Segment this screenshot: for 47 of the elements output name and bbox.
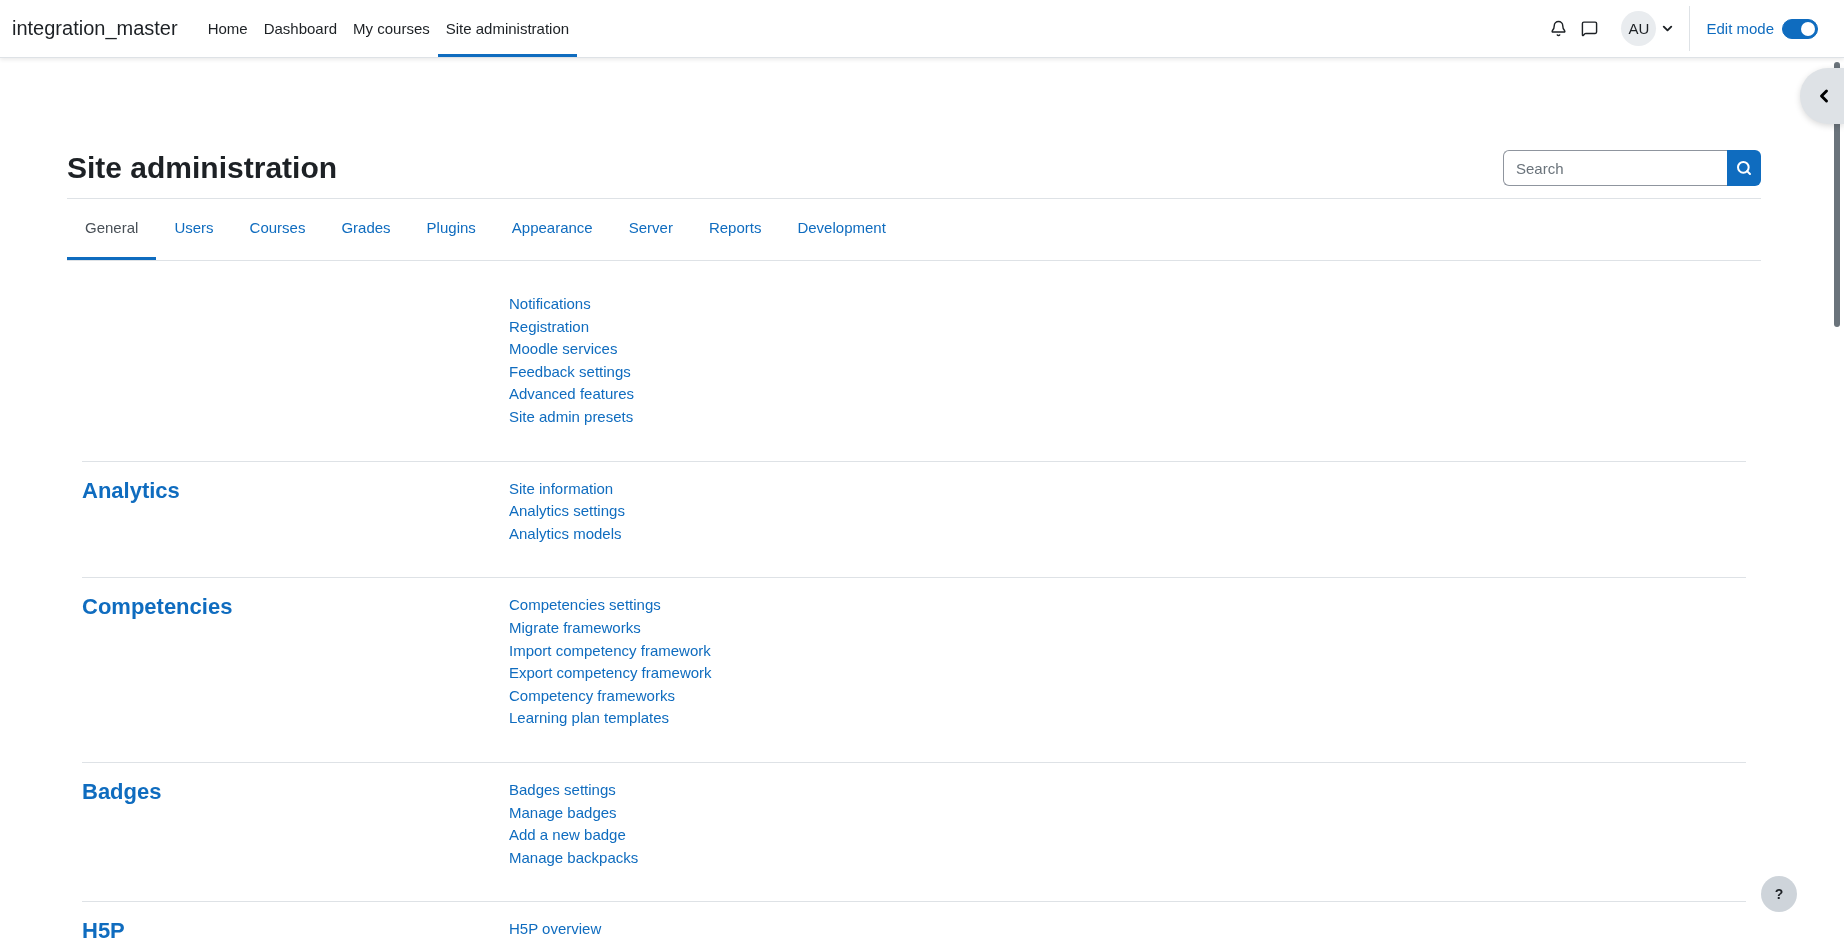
settings-link[interactable]: Competencies settings (509, 594, 661, 617)
settings-link[interactable]: Analytics models (509, 522, 622, 546)
settings-link[interactable]: Manage backpacks (509, 846, 639, 870)
user-avatar[interactable]: AU (1621, 11, 1657, 46)
settings-link[interactable]: Site information (509, 477, 614, 501)
settings-link[interactable]: Import competency framework (509, 639, 711, 663)
settings-link[interactable]: Moodle services (509, 338, 618, 361)
edit-mode-toggle[interactable] (1782, 18, 1818, 39)
section-heading[interactable]: Analytics (82, 477, 509, 546)
settings-link[interactable]: Learning plan templates (509, 707, 670, 730)
tab[interactable]: Users (156, 199, 232, 260)
tab[interactable]: Development (779, 199, 904, 260)
section-heading[interactable]: Badges (82, 778, 509, 870)
site-brand[interactable]: integration_master (12, 0, 178, 57)
edit-mode-label: Edit mode (1706, 20, 1774, 37)
tab[interactable]: Plugins (408, 199, 494, 260)
tab[interactable]: Grades (323, 199, 409, 260)
settings-link[interactable]: Migrate frameworks (509, 616, 641, 640)
settings-link[interactable]: Notifications (509, 293, 591, 316)
search-icon (1736, 160, 1752, 176)
settings-link[interactable]: Manage badges (509, 801, 617, 825)
section-heading[interactable]: H5P (82, 918, 509, 945)
settings-link[interactable]: Competency frameworks (509, 684, 675, 708)
tab[interactable]: Appearance (493, 199, 611, 260)
settings-link[interactable]: Feedback settings (509, 360, 631, 384)
settings-link[interactable]: Export competency framework (509, 662, 712, 685)
settings-link[interactable]: Add a new badge (509, 824, 626, 847)
search-field[interactable]: Search (1503, 150, 1727, 186)
page-title: Site administration (67, 151, 338, 185)
nav-link[interactable]: Dashboard (255, 0, 346, 57)
search-button[interactable] (1727, 150, 1761, 186)
settings-link[interactable]: Analytics settings (509, 500, 625, 523)
section-heading[interactable]: Competencies (82, 594, 509, 730)
nav-link[interactable]: Site administration (437, 0, 578, 57)
settings-link[interactable]: Badges settings (509, 778, 616, 802)
drawer-toggle-button[interactable] (1800, 68, 1844, 124)
settings-link[interactable]: Registration (509, 315, 590, 339)
help-button[interactable]: ? (1761, 876, 1797, 912)
nav-link[interactable]: My courses (345, 0, 438, 57)
nav-link[interactable]: Home (199, 0, 256, 57)
tab[interactable]: Server (610, 199, 691, 260)
tab[interactable]: Courses (231, 199, 324, 260)
tab[interactable]: Reports (690, 199, 780, 260)
settings-link[interactable]: H5P overview (509, 918, 602, 941)
settings-link[interactable]: Site admin presets (509, 405, 634, 429)
settings-link[interactable]: Advanced features (509, 383, 635, 406)
tab[interactable]: General (67, 199, 157, 260)
